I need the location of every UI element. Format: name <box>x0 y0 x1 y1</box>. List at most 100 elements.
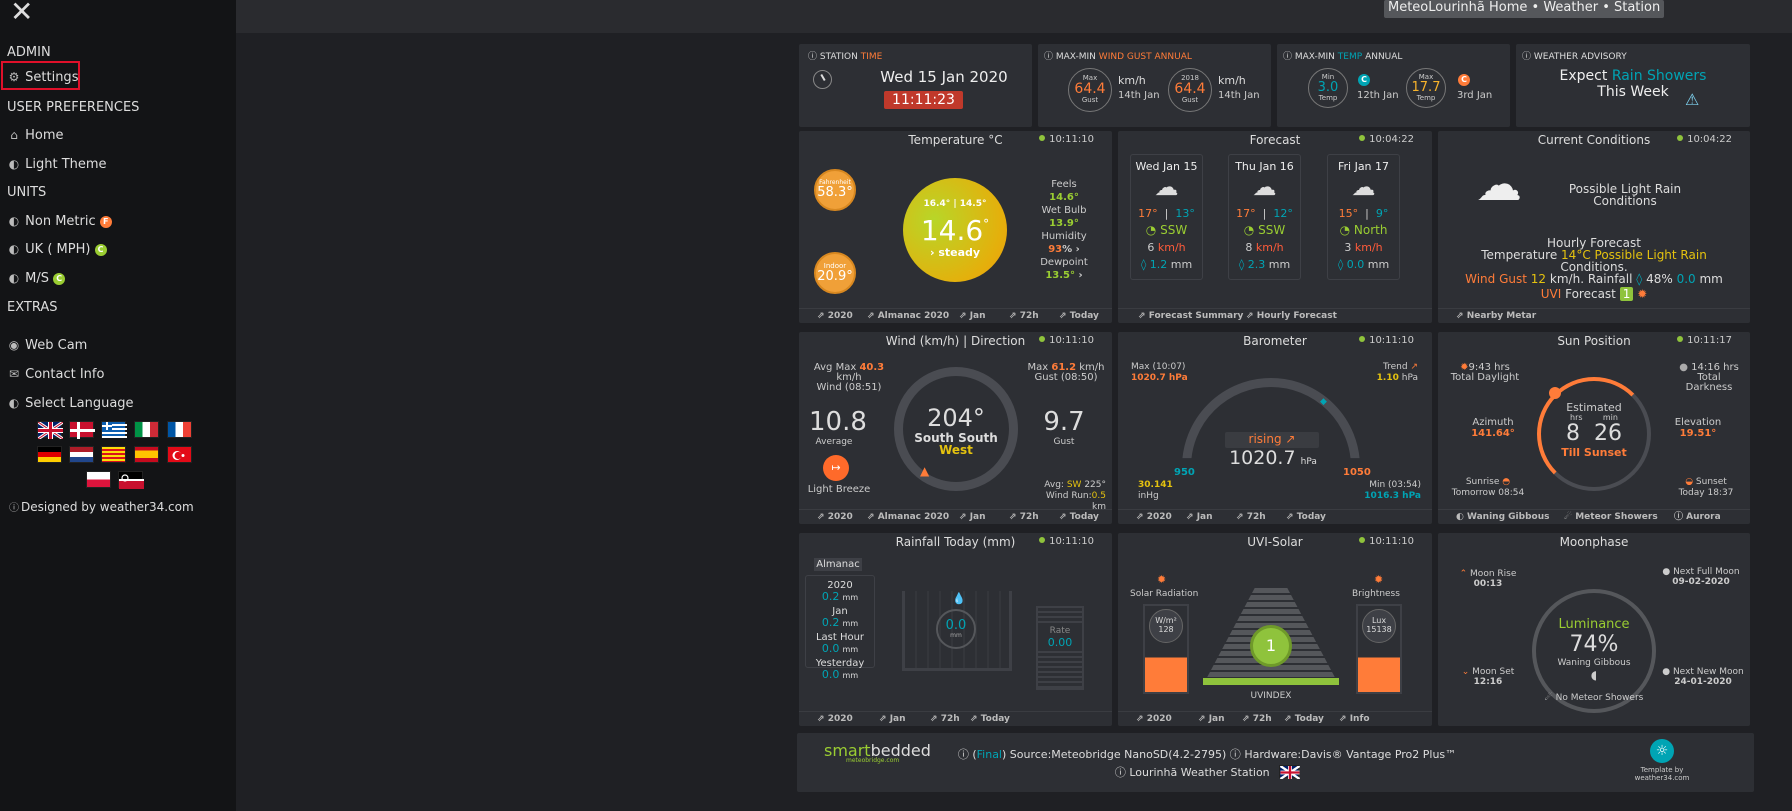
temperature-details: Feels 14.6° Wet Bulb 13.9° Humidity 93% … <box>1024 178 1104 282</box>
flag-uk[interactable] <box>37 420 64 441</box>
forecast-day-name: Wed Jan 15 <box>1135 160 1198 173</box>
link-jan[interactable]: ⇗ Jan <box>1186 510 1213 524</box>
flag-turkey[interactable] <box>167 446 192 463</box>
link-2020[interactable]: ⇗ 2020 <box>1136 510 1172 524</box>
current-conditions-footer: ⇗ Nearby Metar <box>1438 308 1750 323</box>
section-extras: EXTRAS <box>7 300 58 315</box>
sun-arc: Estimated hrs min 8 26 Till Sunset <box>1537 377 1651 491</box>
link-2020[interactable]: ⇗ 2020 <box>817 309 853 323</box>
link-today[interactable]: ⇗ Today <box>1059 309 1099 323</box>
minutes-until-sunset: 26 <box>1594 421 1622 446</box>
webcam-link[interactable]: ◉ Web Cam <box>7 338 88 353</box>
link-today[interactable]: ⇗ Today <box>1284 712 1324 726</box>
link-almanac-2020[interactable]: ⇗ Almanac 2020 <box>867 510 949 524</box>
link-today[interactable]: ⇗ Today <box>1286 510 1326 524</box>
home-link[interactable]: ⌂ Home <box>7 128 64 143</box>
weather34-logo-icon[interactable]: ☼ <box>1650 739 1674 763</box>
light-theme-link[interactable]: ◐ Light Theme <box>7 157 107 172</box>
close-icon[interactable]: ✕ <box>10 0 33 26</box>
contact-link[interactable]: ✉ Contact Info <box>7 367 105 382</box>
min-temp-value: 3.0 <box>1317 80 1339 95</box>
station-date: Wed 15 Jan 2020 <box>880 68 1008 86</box>
beaufort-label: Light Breeze <box>807 484 871 495</box>
moon-icon: ● <box>1679 362 1688 373</box>
ms-link[interactable]: ◐ M/S C <box>7 271 66 286</box>
link-jan[interactable]: ⇗ Jan <box>959 309 986 323</box>
wind-compass: 204° South South West ▲ <box>894 367 1018 491</box>
fahrenheit-badge: F <box>99 216 112 228</box>
wind-direction-degrees: 204° <box>927 404 985 432</box>
wind-direction-icon: ◔ <box>1145 223 1157 237</box>
rain-cloud-icon: ☁ <box>1154 173 1179 201</box>
station-time-title: ⓘ STATION TIME <box>808 52 883 62</box>
link-72h[interactable]: ⇗ 72h <box>930 712 960 726</box>
link-72h[interactable]: ⇗ 72h <box>1242 712 1272 726</box>
link-meteor-showers[interactable]: ☄ Meteor Showers <box>1564 510 1658 524</box>
link-today[interactable]: ⇗ Today <box>1059 510 1099 524</box>
barometer-scale-low: 950 <box>1174 467 1195 478</box>
link-nearby-metar[interactable]: ⇗ Nearby Metar <box>1456 309 1536 323</box>
non-metric-link[interactable]: ◐ Non Metric F <box>7 214 112 229</box>
current-conditions-time: 10:04:22 <box>1677 134 1732 145</box>
flag-greece[interactable] <box>101 421 127 438</box>
select-language-link[interactable]: ◐ Select Language <box>7 396 134 411</box>
link-2020[interactable]: ⇗ 2020 <box>817 712 853 726</box>
chevron-right-icon: › <box>929 246 935 259</box>
link-info[interactable]: ⇗ Info <box>1339 712 1370 726</box>
rain-rate-value: 0.00 <box>1038 636 1082 649</box>
link-72h[interactable]: ⇗ 72h <box>1009 309 1039 323</box>
link-jan[interactable]: ⇗ Jan <box>879 712 906 726</box>
flag-uk[interactable] <box>1279 765 1301 780</box>
gust-2018-unit: km/h <box>1218 74 1246 87</box>
brightness-bar: Lux 15138 <box>1356 604 1402 694</box>
light-theme-label: Light Theme <box>25 157 107 172</box>
uk-mph-link[interactable]: ◐ UK ( MPH) C <box>7 242 107 257</box>
celsius-badge: C <box>94 244 107 256</box>
home-label: Home <box>25 128 64 143</box>
wind-panel: Wind (km/h) | Direction 10:11:10 Avg Max… <box>799 332 1112 524</box>
flag-maori[interactable] <box>118 471 144 489</box>
link-72h[interactable]: ⇗ 72h <box>1009 510 1039 524</box>
uv-index-value: 1 <box>1250 625 1292 667</box>
flag-france[interactable] <box>167 421 192 438</box>
link-today[interactable]: ⇗ Today <box>970 712 1010 726</box>
gear-icon: ⚙ <box>8 70 20 84</box>
link-aurora[interactable]: ⓘ Aurora <box>1674 510 1721 524</box>
mail-icon: ✉ <box>8 367 20 381</box>
settings-link[interactable]: ⚙ Settings <box>7 70 79 85</box>
wind-direction-icon: ◔ <box>1339 223 1351 237</box>
raindrop-icon: ◊ <box>1140 258 1147 271</box>
flag-germany[interactable] <box>37 446 62 463</box>
info-icon: ⓘ <box>9 503 19 514</box>
full-moon-icon: ● <box>1662 567 1671 577</box>
link-2020[interactable]: ⇗ 2020 <box>1136 712 1172 726</box>
almanac-tab[interactable]: Almanac <box>814 558 862 571</box>
wind-gust-annual-panel: ⓘ MAX-MIN WIND GUST ANNUAL Max 64.4 Gust… <box>1038 44 1271 127</box>
link-2020[interactable]: ⇗ 2020 <box>817 510 853 524</box>
flag-poland[interactable] <box>86 471 111 488</box>
sunset-icon: ◒ <box>1685 477 1694 487</box>
next-new-moon: ● Next New Moon 24-01-2020 <box>1662 667 1744 687</box>
barometer-scale-high: 1050 <box>1343 467 1371 478</box>
pressure-reading: 1020.7 hPa <box>1229 447 1317 469</box>
flag-netherlands[interactable] <box>69 446 94 463</box>
rainfall-footer: ⇗ 2020 ⇗ Jan ⇗ 72h ⇗ Today <box>799 711 1112 726</box>
flag-italy[interactable] <box>134 421 159 438</box>
link-72h[interactable]: ⇗ 72h <box>1236 510 1266 524</box>
wind-time: 10:11:10 <box>1039 335 1094 346</box>
flag-catalonia[interactable] <box>101 446 126 463</box>
weather-advisory-panel: ⓘ WEATHER ADVISORY Expect Rain Showers T… <box>1516 44 1750 127</box>
flag-spain[interactable] <box>134 446 159 463</box>
rain-cloud-icon: ☁ <box>1252 173 1277 201</box>
link-forecast-summary[interactable]: ⇗ Forecast Summary <box>1138 309 1243 323</box>
link-jan[interactable]: ⇗ Jan <box>959 510 986 524</box>
link-jan[interactable]: ⇗ Jan <box>1198 712 1225 726</box>
sun-marker-icon <box>1549 387 1561 399</box>
link-waning-gibbous[interactable]: ◐ Waning Gibbous <box>1456 510 1549 524</box>
designed-by-credit[interactable]: ⓘ Designed by weather34.com <box>7 499 194 514</box>
flag-denmark[interactable] <box>69 421 95 439</box>
link-hourly-forecast[interactable]: ⇗ Hourly Forecast <box>1246 309 1337 323</box>
link-almanac-2020[interactable]: ⇗ Almanac 2020 <box>867 309 949 323</box>
lux-value: 15138 <box>1366 625 1392 634</box>
uvi-solar-panel: UVI-Solar 10:11:10 ✹ Solar Radiation W/m… <box>1118 533 1432 726</box>
